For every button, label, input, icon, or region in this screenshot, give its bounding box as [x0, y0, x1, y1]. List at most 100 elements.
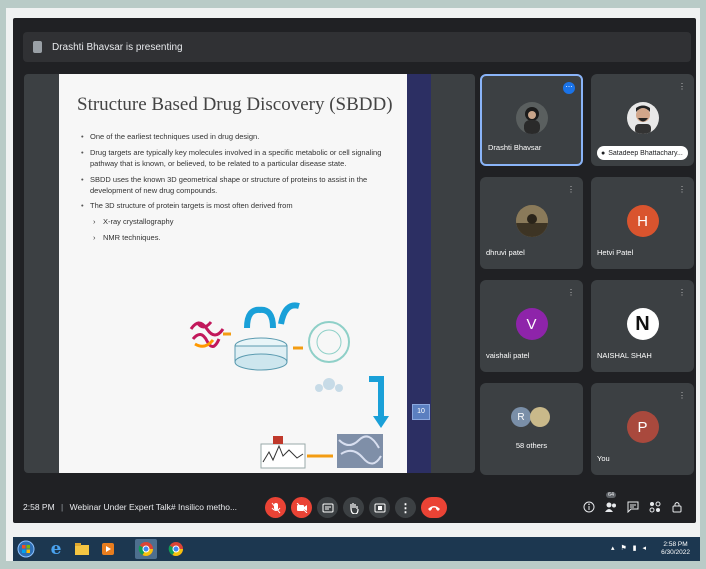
- network-icon: ▮: [632, 545, 639, 552]
- participant-name: dhruvi patel: [486, 248, 525, 257]
- leave-call-button[interactable]: [421, 497, 447, 518]
- participant-tile[interactable]: ⋮ ● Satadeep Bhattachary...: [591, 74, 694, 166]
- hang-up-icon: [428, 505, 440, 511]
- camera-off-icon: [296, 502, 307, 513]
- slide-side-panel: 10: [407, 74, 431, 473]
- captions-icon: [322, 503, 333, 512]
- taskbar-file-explorer[interactable]: [71, 539, 93, 559]
- bullet-item: One of the earliest techniques used in d…: [81, 132, 399, 143]
- action-center-icon: ⚑: [620, 545, 629, 552]
- structure-model-icon: [337, 434, 383, 468]
- captions-button[interactable]: [317, 497, 338, 518]
- avatar: [515, 102, 548, 134]
- sub-bullet-item: X-ray crystallography: [81, 217, 399, 228]
- chat-icon: [627, 501, 639, 513]
- participant-name-pill: ● Satadeep Bhattachary...: [597, 146, 688, 160]
- bullet-item: Drug targets are typically key molecules…: [81, 148, 399, 170]
- system-tray-icons[interactable]: ▴ ⚑ ▮ ◂: [611, 544, 648, 552]
- participant-name: Drashti Bhavsar: [488, 143, 542, 152]
- bottom-control-bar: 2:58 PM | Webinar Under Expert Talk# Ins…: [13, 490, 696, 523]
- taskbar-internet-explorer[interactable]: e: [45, 539, 67, 559]
- taskbar-chrome[interactable]: [165, 539, 187, 559]
- crystal-tray-icon: [234, 302, 300, 371]
- chrome-icon: [138, 542, 153, 556]
- windows-taskbar: e ▴ ⚑ ▮ ◂ 2:58 PM 6/30/2022: [13, 537, 700, 561]
- internet-explorer-icon: e: [50, 539, 62, 559]
- avatar: V: [515, 308, 548, 340]
- sbdd-workflow-figure: [189, 302, 389, 469]
- mic-muted-icon: ⋮: [678, 288, 686, 297]
- avatar: N: [626, 308, 659, 340]
- avatar: P: [626, 411, 659, 443]
- mic-off-icon: [271, 502, 280, 513]
- participant-tile[interactable]: ⋮ N NAISHAL SHAH: [591, 280, 694, 372]
- clock-date: 6/30/2022: [661, 548, 690, 556]
- camera-toggle-button[interactable]: [291, 497, 312, 518]
- present-now-button[interactable]: [369, 497, 390, 518]
- bullet-item: SBDD uses the known 3D geometrical shape…: [81, 175, 399, 197]
- windows-start-icon: [17, 540, 35, 558]
- activities-button[interactable]: [647, 499, 663, 515]
- host-controls-button[interactable]: [669, 499, 685, 515]
- present-icon: [374, 503, 385, 512]
- people-count-badge: 64: [606, 492, 617, 498]
- clock-time: 2:58 PM: [663, 541, 688, 548]
- mic-muted-icon: ⋮: [678, 185, 686, 194]
- people-button[interactable]: 64: [603, 492, 619, 515]
- avatar: H: [626, 205, 659, 237]
- electron-density-icon: [260, 436, 306, 469]
- raise-hand-button[interactable]: [343, 497, 364, 518]
- hand-icon: [349, 502, 359, 514]
- mic-muted-icon: ⋮: [678, 82, 686, 91]
- mic-icon: ●: [601, 149, 606, 157]
- participant-name: 58 others: [515, 441, 548, 450]
- lock-person-icon: [672, 502, 682, 513]
- participant-tile[interactable]: ⋮ dhruvi patel: [480, 177, 583, 269]
- volume-icon: ◂: [642, 545, 648, 552]
- info-icon: [583, 501, 595, 513]
- slide-title: Structure Based Drug Discovery (SBDD): [77, 94, 393, 115]
- slide: Structure Based Drug Discovery (SBDD) On…: [59, 74, 407, 473]
- meeting-info: 2:58 PM | Webinar Under Expert Talk# Ins…: [23, 502, 237, 512]
- avatar-photo-icon: [530, 407, 550, 427]
- participant-tile[interactable]: ⋮ H Hetvi Patel: [591, 177, 694, 269]
- participant-name: Hetvi Patel: [597, 248, 634, 257]
- folder-icon: [75, 543, 89, 555]
- more-vert-icon: ⋮: [399, 500, 412, 515]
- participant-name: NAISHAL SHAH: [597, 351, 652, 360]
- participant-tile[interactable]: ⋮ V vaishali patel: [480, 280, 583, 372]
- media-player-icon: [102, 543, 114, 555]
- activities-icon: [649, 501, 661, 513]
- avatar: [626, 102, 659, 134]
- more-options-button[interactable]: ⋮: [395, 497, 416, 518]
- meeting-title: Webinar Under Expert Talk# Insilico meth…: [69, 502, 238, 512]
- show-hidden-icons-icon: ▴: [610, 545, 617, 552]
- diffraction-pattern-icon: [308, 321, 350, 392]
- chat-button[interactable]: [625, 499, 641, 515]
- mic-muted-icon: ⋮: [567, 185, 575, 194]
- chrome-icon: [168, 542, 183, 556]
- separator: |: [61, 502, 64, 512]
- presenter-icon: [33, 41, 42, 53]
- meeting-details-button[interactable]: [581, 499, 597, 515]
- speaking-indicator-icon: ⋯: [563, 82, 575, 94]
- participant-name: Satadeep Bhattachary...: [608, 149, 683, 157]
- presentation-stage[interactable]: Structure Based Drug Discovery (SBDD) On…: [24, 74, 475, 473]
- sub-bullet-item: NMR techniques.: [81, 233, 399, 244]
- presenting-bar: Drashti Bhavsar is presenting: [23, 32, 691, 62]
- bullet-item: The 3D structure of protein targets is m…: [81, 201, 399, 212]
- avatar: [515, 205, 548, 237]
- start-button[interactable]: [15, 539, 37, 559]
- participant-tile-others[interactable]: R 58 others: [480, 383, 583, 475]
- presenting-text: Drashti Bhavsar is presenting: [52, 41, 183, 53]
- participant-name: vaishali patel: [486, 351, 530, 360]
- mic-toggle-button[interactable]: [265, 497, 286, 518]
- taskbar-media-player[interactable]: [97, 539, 119, 559]
- protein-structure-icon: [189, 321, 225, 348]
- people-icon: [605, 502, 616, 512]
- system-clock[interactable]: 2:58 PM 6/30/2022: [661, 541, 690, 557]
- taskbar-chrome-active[interactable]: [135, 539, 157, 559]
- meet-window: Drashti Bhavsar is presenting Structure …: [13, 18, 696, 523]
- participant-tile[interactable]: ⋯ Drashti Bhavsar: [480, 74, 583, 166]
- participant-tile-self[interactable]: ⋮ P You: [591, 383, 694, 475]
